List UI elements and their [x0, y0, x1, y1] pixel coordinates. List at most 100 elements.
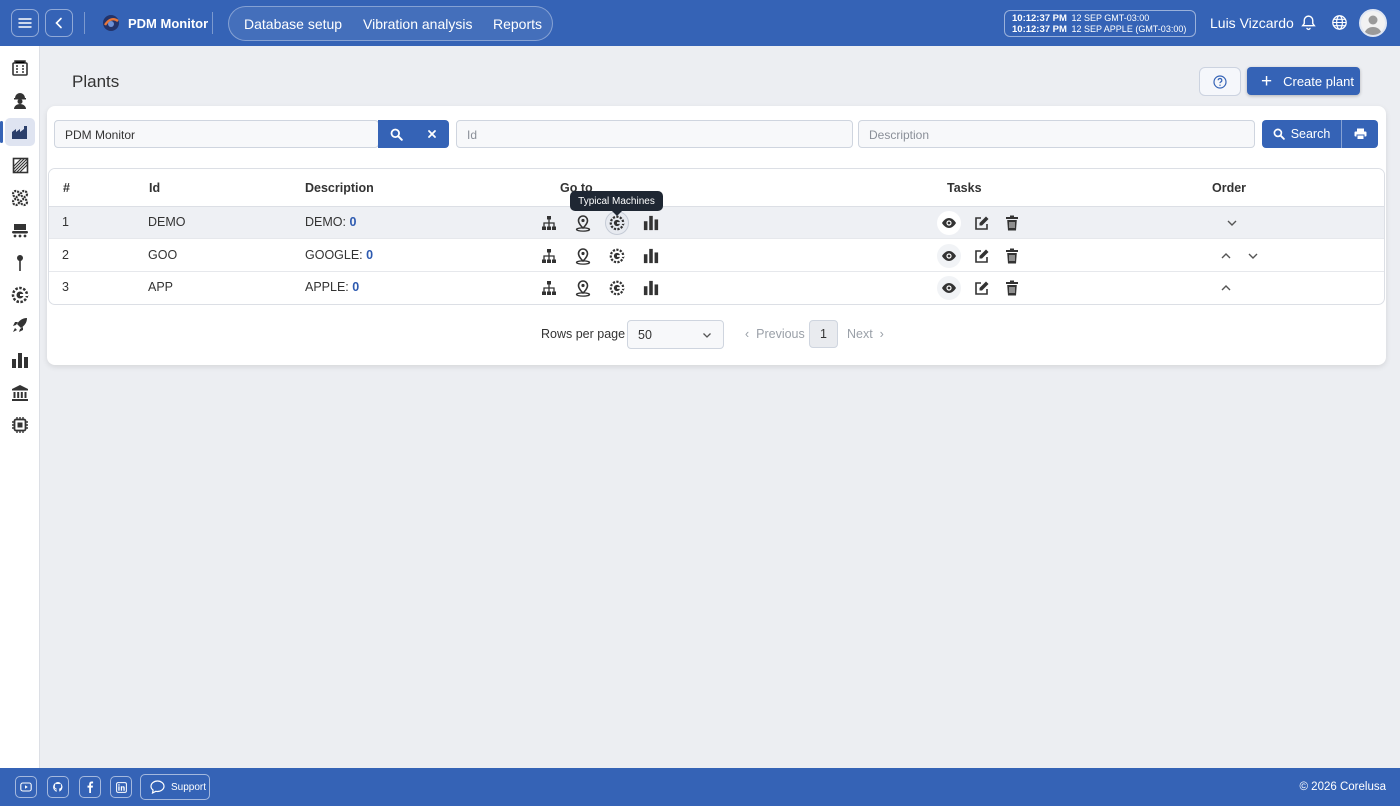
description-filter-input[interactable]: Description	[858, 120, 1255, 148]
app-logo-icon	[103, 15, 119, 31]
trash-icon	[1006, 215, 1018, 231]
row-description: DEMO: 0	[305, 215, 356, 229]
nav-reports[interactable]: Reports	[493, 16, 542, 32]
plus-icon: +	[1261, 70, 1273, 92]
search-button-label: Search	[1290, 127, 1331, 141]
sidebar-item-areas[interactable]	[8, 153, 32, 177]
search-button[interactable]: Search	[1262, 120, 1341, 148]
plant-filter-input[interactable]: PDM Monitor	[54, 120, 379, 148]
goto-map-button[interactable]	[571, 276, 595, 300]
plant-clear-button[interactable]	[415, 120, 449, 148]
nav-vibration-analysis[interactable]: Vibration analysis	[363, 16, 472, 32]
brand[interactable]: PDM Monitor	[101, 13, 208, 33]
view-button[interactable]	[937, 211, 961, 235]
clock-widget[interactable]: 10:12:37 PM 12 SEP GMT-03:00 10:12:37 PM…	[1004, 10, 1196, 37]
page-title: Plants	[72, 72, 120, 91]
nav-database-setup[interactable]: Database setup	[244, 16, 342, 32]
menu-toggle-button[interactable]	[11, 9, 39, 37]
page-number-current[interactable]: 1	[809, 320, 838, 348]
table-row[interactable]: 3 APP APPLE: 0	[49, 272, 1384, 304]
linkedin-button[interactable]	[110, 776, 132, 798]
table-row[interactable]: 1 DEMO DEMO: 0	[49, 207, 1384, 239]
sidebar-item-points[interactable]	[8, 251, 32, 275]
bar-chart-icon	[643, 248, 659, 264]
youtube-button[interactable]	[15, 776, 37, 798]
edit-button[interactable]	[970, 276, 994, 300]
next-page-button[interactable]: Next ›	[847, 327, 884, 341]
delete-button[interactable]	[1000, 211, 1024, 235]
help-button[interactable]	[1199, 67, 1241, 96]
goto-reports-button[interactable]	[639, 211, 663, 235]
sidebar-item-companies[interactable]	[8, 381, 32, 405]
move-up-button[interactable]	[1214, 244, 1238, 268]
sidebar-item-conveyors[interactable]	[8, 218, 32, 242]
table-header: # Id Description Go to Tasks Order	[49, 169, 1384, 207]
edit-button[interactable]	[970, 211, 994, 235]
previous-page-button[interactable]: ‹ Previous	[745, 327, 805, 341]
avatar-icon	[1364, 15, 1382, 35]
typical-machines-icon	[11, 286, 29, 304]
goto-typical-machines-button[interactable]	[605, 276, 629, 300]
goto-hierarchy-button[interactable]	[537, 244, 561, 268]
facebook-button[interactable]	[79, 776, 101, 798]
delete-button[interactable]	[1000, 244, 1024, 268]
goto-map-button[interactable]	[571, 244, 595, 268]
sidebar-item-plants[interactable]	[0, 118, 35, 146]
globe-icon[interactable]	[1331, 14, 1348, 34]
trash-icon	[1006, 248, 1018, 264]
rows-per-page-select[interactable]: 50	[627, 320, 724, 349]
id-filter-input[interactable]: Id	[456, 120, 853, 148]
sidebar-item-devices[interactable]	[8, 413, 32, 437]
goto-typical-machines-button[interactable]	[605, 244, 629, 268]
sidebar-item-buildings[interactable]	[8, 56, 32, 80]
previous-label: Previous	[756, 327, 805, 341]
support-button[interactable]: Support	[140, 774, 210, 800]
col-description-header[interactable]: Description	[305, 181, 374, 195]
search-icon	[1273, 128, 1285, 140]
create-plant-button[interactable]: + Create plant	[1247, 67, 1360, 95]
github-button[interactable]	[47, 776, 69, 798]
sidebar-item-deployments[interactable]	[8, 313, 32, 337]
sidebar-item-reports[interactable]	[8, 348, 32, 372]
goto-reports-button[interactable]	[639, 244, 663, 268]
map-pin-icon	[575, 215, 591, 232]
goto-map-button[interactable]	[571, 211, 595, 235]
move-down-button[interactable]	[1220, 211, 1244, 235]
buildings-icon	[12, 60, 28, 76]
hamburger-icon	[18, 18, 32, 28]
avatar[interactable]	[1359, 9, 1387, 37]
row-count-link[interactable]: 0	[349, 215, 356, 229]
view-button[interactable]	[937, 276, 961, 300]
col-id-header[interactable]: Id	[149, 181, 160, 195]
edit-icon	[975, 249, 989, 263]
chevron-up-icon	[1221, 253, 1231, 259]
goto-hierarchy-button[interactable]	[537, 211, 561, 235]
chevron-up-icon	[1221, 285, 1231, 291]
typical-machines-icon	[609, 215, 625, 231]
user-name[interactable]: Luis Vizcardo	[1210, 15, 1294, 31]
sidebar	[0, 46, 40, 768]
table-row[interactable]: 2 GOO GOOGLE: 0	[49, 240, 1384, 272]
sidebar-item-machines[interactable]	[8, 186, 32, 210]
eye-icon	[942, 251, 956, 261]
row-count-link[interactable]: 0	[366, 248, 373, 262]
bell-icon[interactable]	[1300, 14, 1317, 34]
edit-button[interactable]	[970, 244, 994, 268]
sidebar-item-typical-machines[interactable]	[8, 283, 32, 307]
sidebar-item-workers[interactable]	[8, 89, 32, 113]
move-down-button[interactable]	[1241, 244, 1265, 268]
goto-hierarchy-button[interactable]	[537, 276, 561, 300]
goto-reports-button[interactable]	[639, 276, 663, 300]
back-button[interactable]	[45, 9, 73, 37]
row-count-link[interactable]: 0	[352, 280, 359, 294]
move-up-button[interactable]	[1214, 276, 1238, 300]
print-button[interactable]	[1341, 120, 1378, 148]
delete-button[interactable]	[1000, 276, 1024, 300]
sitemap-icon	[542, 281, 556, 295]
copyright-text: © 2026 Corelusa	[1299, 781, 1386, 793]
institution-icon	[12, 385, 28, 401]
plant-search-button[interactable]	[378, 120, 415, 148]
conveyor-icon	[12, 224, 28, 238]
bar-chart-icon	[643, 215, 659, 231]
view-button[interactable]	[937, 244, 961, 268]
